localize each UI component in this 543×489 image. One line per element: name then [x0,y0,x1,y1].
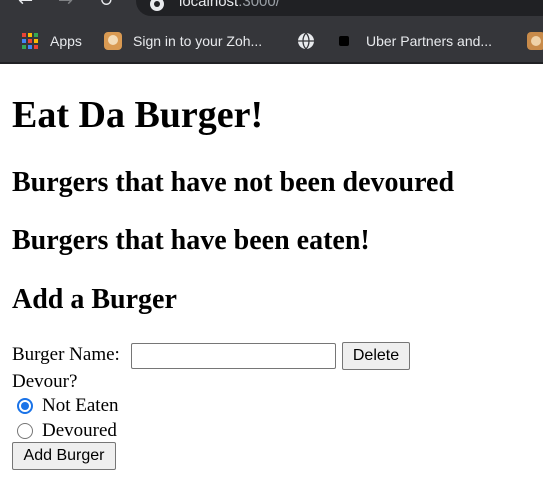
bookmark-label: Apps [50,33,82,49]
bookmark-partial[interactable] [527,32,543,50]
url-host: localhost [179,0,239,10]
partial-favicon-icon [527,32,543,50]
address-bar[interactable]: localhost:3000/ [136,0,543,16]
apps-grid-icon [22,33,38,49]
url-port: :3000/ [238,0,280,10]
browser-chrome: ← → ↻ localhost:3000/ Apps Sign in to yo… [0,0,543,64]
bookmark-uber[interactable]: Uber Partners and... [337,32,512,50]
bookmark-label: Uber Partners and... [366,33,493,49]
add-burger-heading: Add a Burger [12,284,177,315]
not-devoured-heading: Burgers that have not been devoured [12,167,455,198]
address-bar-row: ← → ↻ localhost:3000/ [0,0,543,20]
page-title: Eat Da Burger! [12,94,264,136]
devoured-label[interactable]: Devoured [42,420,117,442]
bookmarks-bar: Apps Sign in to your Zoh... Uber Partner… [0,20,543,62]
reload-icon[interactable]: ↻ [99,0,113,10]
devour-label: Devour? [12,371,78,392]
bookmark-zoho[interactable]: Sign in to your Zoh... [104,32,284,50]
url-text[interactable]: localhost:3000/ [179,0,280,10]
site-info-icon[interactable] [150,0,164,11]
bookmark-globe[interactable] [297,32,317,50]
uber-favicon-icon [339,36,349,46]
devoured-radio[interactable] [17,423,33,439]
not-eaten-label[interactable]: Not Eaten [42,395,119,417]
add-burger-button[interactable]: Add Burger [12,442,116,470]
burger-name-input[interactable] [131,343,336,369]
forward-icon[interactable]: → [58,0,73,10]
back-icon[interactable]: ← [18,0,33,10]
zoho-favicon-icon [104,32,122,50]
eaten-heading: Burgers that have been eaten! [12,225,370,256]
delete-button[interactable]: Delete [342,342,410,370]
not-eaten-radio[interactable] [17,398,33,414]
bookmark-label: Sign in to your Zoh... [133,33,263,49]
bookmark-apps[interactable]: Apps [22,32,92,50]
globe-icon [298,32,314,50]
page-content: Eat Da Burger! Burgers that have not bee… [0,64,543,489]
burger-name-label: Burger Name: [12,344,120,365]
